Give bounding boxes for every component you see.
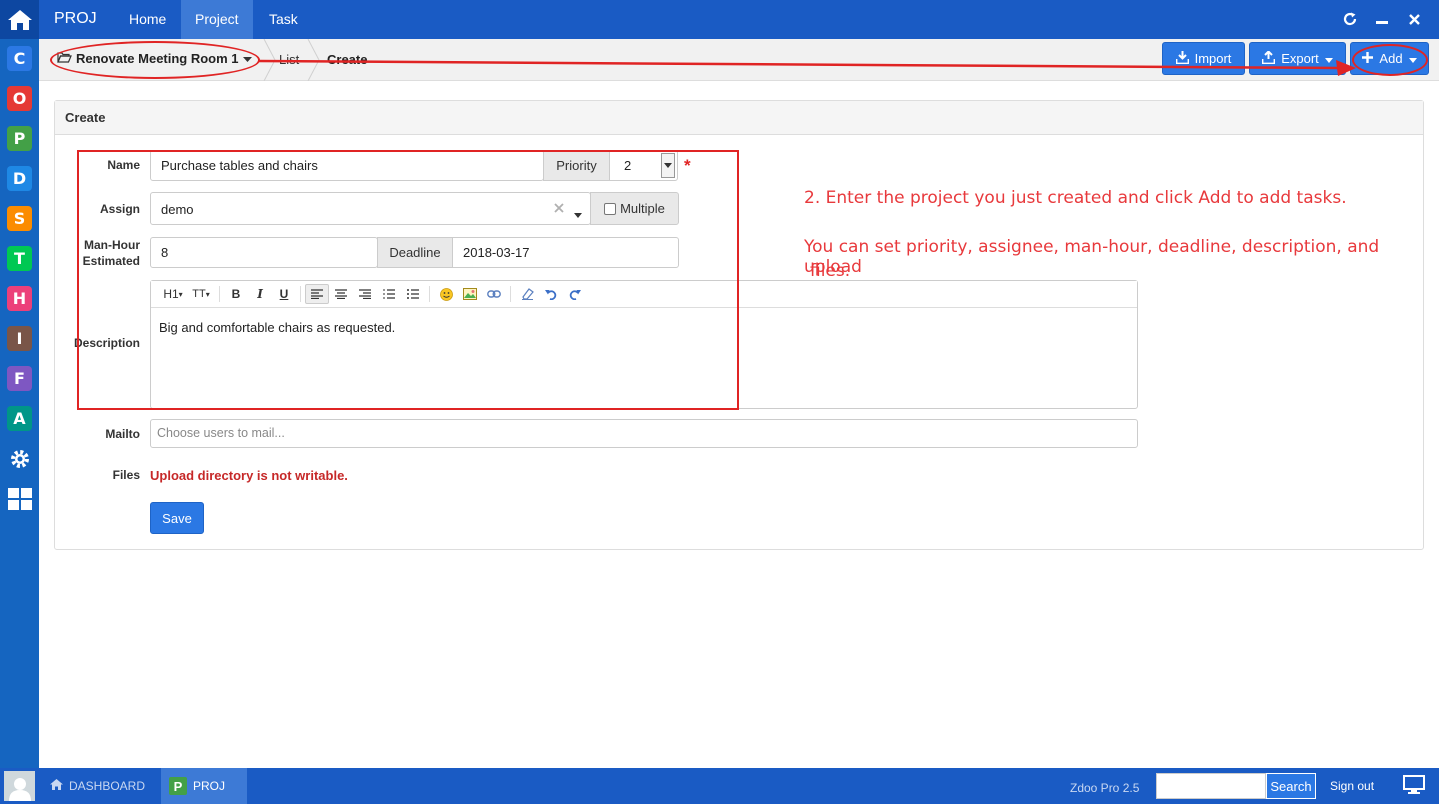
top-navbar: PROJ Home Project Task xyxy=(39,0,1439,39)
annotation-oval-project xyxy=(50,41,260,79)
rail-app-t-icon[interactable]: T xyxy=(7,246,32,271)
rail-app-i-icon[interactable]: I xyxy=(7,326,32,351)
app-grid-icon[interactable] xyxy=(5,484,34,513)
rail-app-o-icon[interactable]: O xyxy=(7,86,32,111)
search-button[interactable]: Search xyxy=(1266,773,1316,799)
mailto-label: Mailto xyxy=(105,427,140,441)
annotation-note-step2: 2. Enter the project you just created an… xyxy=(804,188,1347,208)
rail-app-c-icon[interactable]: C xyxy=(7,46,32,71)
version-label: Zdoo Pro 2.5 xyxy=(1070,781,1140,795)
files-label: Files xyxy=(112,468,140,482)
nav-task[interactable]: Task xyxy=(255,0,312,39)
annotation-arrow xyxy=(258,59,1356,76)
rail-app-d-icon[interactable]: D xyxy=(7,166,32,191)
proj-app-icon: P xyxy=(169,777,187,795)
rail-app-p-icon[interactable]: P xyxy=(7,126,32,151)
annotation-note-options-line2: files. xyxy=(810,261,851,281)
settings-gear-icon[interactable] xyxy=(5,444,34,473)
minimize-icon[interactable] xyxy=(1373,10,1391,28)
nav-home[interactable]: Home xyxy=(115,0,180,39)
rail-app-h-icon[interactable]: H xyxy=(7,286,32,311)
taskbar-proj[interactable]: P PROJ xyxy=(161,768,247,804)
rail-app-f-icon[interactable]: F xyxy=(7,366,32,391)
rail-app-s-icon[interactable]: S xyxy=(7,206,32,231)
app-rail: COPDSTHIFA xyxy=(0,0,39,804)
annotation-oval-add xyxy=(1352,44,1428,76)
taskbar: DASHBOARD P PROJ Zdoo Pro 2.5 Search Sig… xyxy=(0,768,1439,804)
taskbar-dashboard[interactable]: DASHBOARD xyxy=(50,768,145,804)
refresh-icon[interactable] xyxy=(1341,10,1359,28)
mailto-input[interactable]: Choose users to mail... xyxy=(150,419,1138,448)
sign-out-link[interactable]: Sign out xyxy=(1330,779,1374,793)
home-icon[interactable] xyxy=(0,0,39,39)
save-button[interactable]: Save xyxy=(150,502,204,534)
search-input[interactable] xyxy=(1156,773,1266,799)
annotation-highlight-box xyxy=(77,150,739,410)
panel-title: Create xyxy=(55,101,1423,135)
desktop-icon[interactable] xyxy=(1403,775,1425,798)
annotation-note-options-line1: You can set priority, assignee, man-hour… xyxy=(804,237,1380,277)
brand-title: PROJ xyxy=(54,10,97,27)
nav-project[interactable]: Project xyxy=(181,0,253,39)
close-icon[interactable] xyxy=(1405,10,1423,28)
user-avatar-icon[interactable] xyxy=(4,771,35,801)
files-error-text: Upload directory is not writable. xyxy=(150,468,348,483)
home-icon xyxy=(50,779,63,793)
rail-app-a-icon[interactable]: A xyxy=(7,406,32,431)
